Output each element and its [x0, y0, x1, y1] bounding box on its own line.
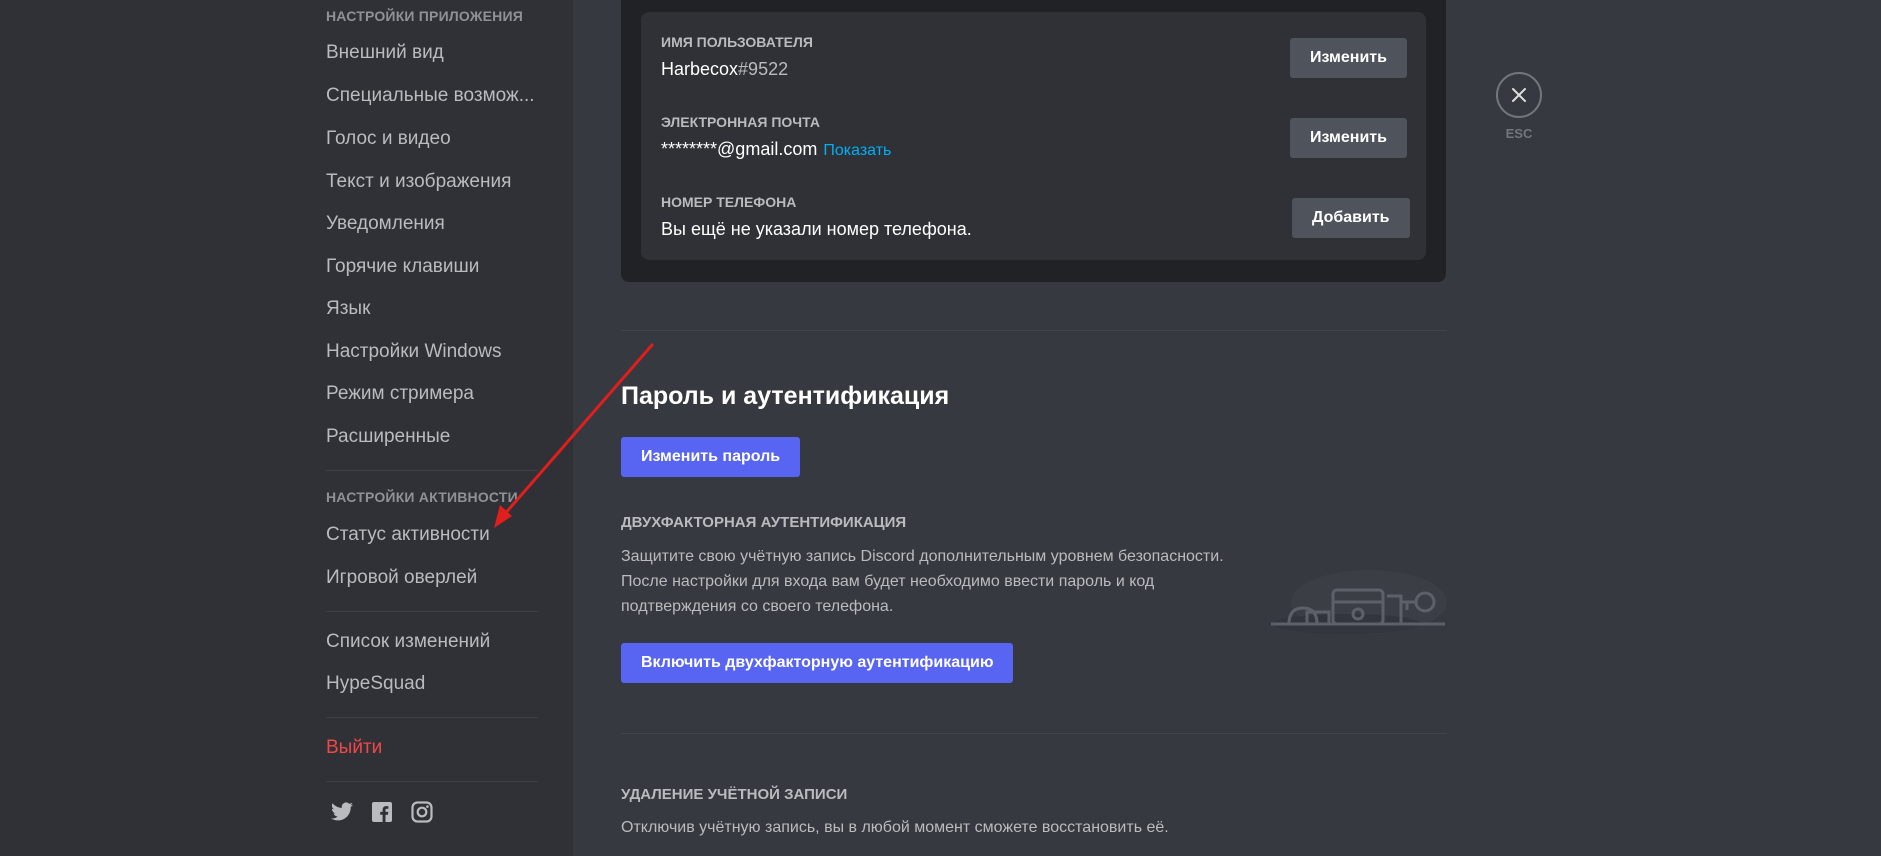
- facebook-icon[interactable]: [370, 800, 394, 824]
- account-settings-content: ИМЯ ПОЛЬЗОВАТЕЛЯ Harbecox#9522 Изменить …: [621, 0, 1449, 856]
- sidebar-item-advanced[interactable]: Расширенные: [326, 426, 538, 448]
- sidebar-item-changelog[interactable]: Список изменений: [326, 631, 538, 653]
- account-fields-panel: ИМЯ ПОЛЬЗОВАТЕЛЯ Harbecox#9522 Изменить …: [641, 12, 1426, 260]
- social-links: [330, 800, 434, 824]
- esc-label: ESC: [1505, 126, 1533, 141]
- reveal-email-link[interactable]: Показать: [823, 142, 891, 159]
- close-button[interactable]: [1496, 72, 1542, 118]
- sidebar-divider: [326, 470, 538, 471]
- twofa-desc-line: Защитите свою учётную запись Discord доп…: [621, 548, 1224, 565]
- email-value: ********@gmail.com Показать: [661, 139, 891, 160]
- email-label: ЭЛЕКТРОННАЯ ПОЧТА: [661, 114, 820, 130]
- sidebar-divider: [326, 717, 538, 718]
- phone-label: НОМЕР ТЕЛЕФОНА: [661, 194, 797, 210]
- section-divider: [621, 733, 1446, 734]
- twofa-illustration: [1269, 566, 1449, 643]
- delete-account-title: УДАЛЕНИЕ УЧЁТНОЙ ЗАПИСИ: [621, 786, 848, 803]
- settings-sidebar: НАСТРОЙКИ ПРИЛОЖЕНИЯ Внешний вид Специал…: [316, 0, 542, 856]
- password-auth-title: Пароль и аутентификация: [621, 382, 950, 410]
- phone-value: Вы ещё не указали номер телефона.: [661, 219, 972, 239]
- username-label: ИМЯ ПОЛЬЗОВАТЕЛЯ: [661, 34, 813, 50]
- instagram-icon[interactable]: [410, 800, 434, 824]
- twitter-icon[interactable]: [330, 800, 354, 824]
- sidebar-item-streamer-mode[interactable]: Режим стримера: [326, 383, 538, 405]
- twofa-title: ДВУХФАКТОРНАЯ АУТЕНТИФИКАЦИЯ: [621, 514, 907, 531]
- twofa-desc-line: После настройки для входа вам будет необ…: [621, 573, 1155, 590]
- close-icon: [1512, 88, 1526, 102]
- sidebar-item-text-images[interactable]: Текст и изображения: [326, 171, 538, 193]
- sidebar-item-language[interactable]: Язык: [326, 298, 538, 320]
- section-divider: [621, 330, 1446, 331]
- edit-email-button[interactable]: Изменить: [1290, 118, 1407, 158]
- sidebar-item-appearance[interactable]: Внешний вид: [326, 42, 538, 64]
- discriminator: #9522: [738, 59, 789, 79]
- username-value: Harbecox#9522: [661, 59, 788, 80]
- twofa-desc-line: подтверждения со своего телефона.: [621, 598, 894, 615]
- username: Harbecox: [661, 59, 739, 79]
- activity-settings-header: НАСТРОЙКИ АКТИВНОСТИ: [326, 489, 518, 505]
- sidebar-item-windows-settings[interactable]: Настройки Windows: [326, 341, 538, 363]
- twofa-description: Защитите свою учётную запись Discord доп…: [621, 544, 1251, 619]
- sidebar-item-activity-status[interactable]: Статус активности: [326, 524, 538, 546]
- enable-twofa-button[interactable]: Включить двухфакторную аутентификацию: [621, 643, 1014, 683]
- sidebar-divider: [326, 611, 538, 612]
- sidebar-divider: [326, 781, 538, 782]
- sidebar-item-voice-video[interactable]: Голос и видео: [326, 128, 538, 150]
- close-settings: ESC: [1496, 72, 1542, 141]
- change-password-button[interactable]: Изменить пароль: [621, 437, 801, 477]
- sidebar-item-keybinds[interactable]: Горячие клавиши: [326, 256, 538, 278]
- email: ********@gmail.com: [661, 139, 818, 159]
- logout-button[interactable]: Выйти: [326, 737, 538, 759]
- sidebar-item-accessibility[interactable]: Специальные возмож...: [326, 85, 538, 107]
- sidebar-item-notifications[interactable]: Уведомления: [326, 213, 538, 235]
- add-phone-button[interactable]: Добавить: [1292, 198, 1410, 238]
- account-card: ИМЯ ПОЛЬЗОВАТЕЛЯ Harbecox#9522 Изменить …: [621, 0, 1446, 282]
- sidebar-item-game-overlay[interactable]: Игровой оверлей: [326, 567, 538, 589]
- edit-username-button[interactable]: Изменить: [1290, 38, 1407, 78]
- delete-account-description: Отключив учётную запись, вы в любой моме…: [621, 819, 1169, 836]
- app-settings-header: НАСТРОЙКИ ПРИЛОЖЕНИЯ: [326, 8, 524, 24]
- sidebar-item-hypesquad[interactable]: HypeSquad: [326, 673, 538, 695]
